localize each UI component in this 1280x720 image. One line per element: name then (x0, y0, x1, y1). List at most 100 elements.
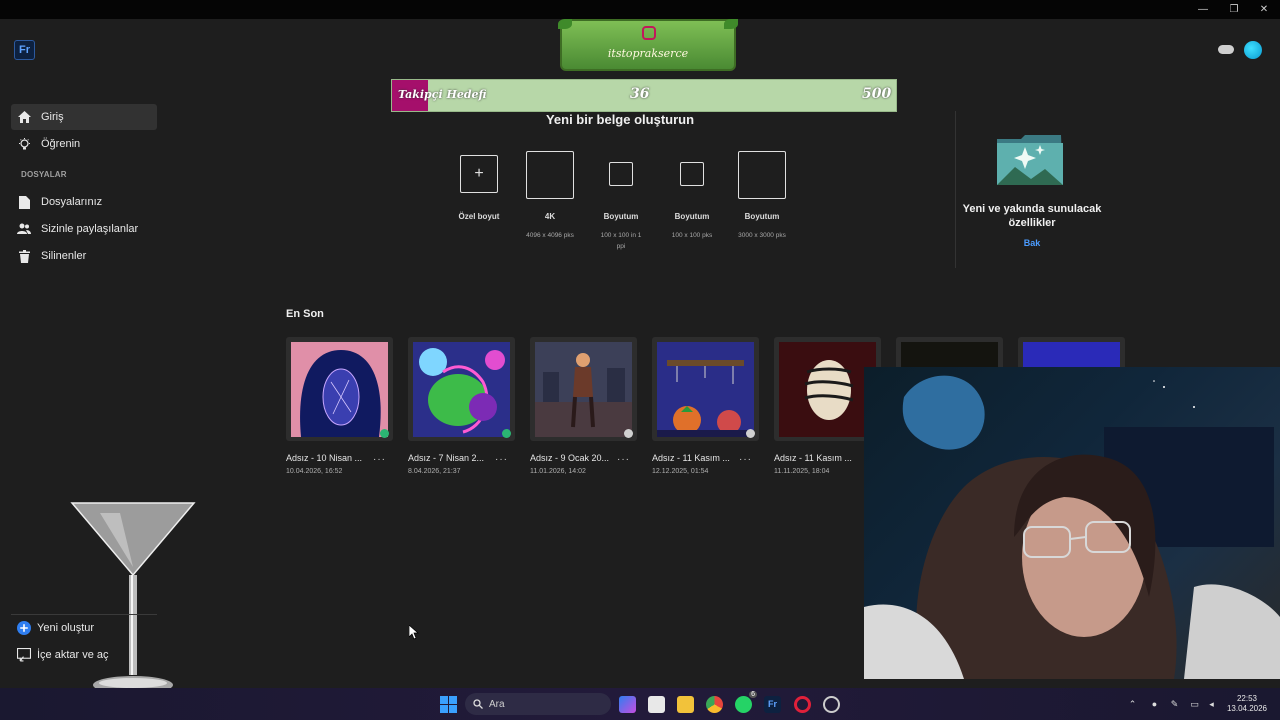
preset-thumbnail (680, 162, 704, 186)
preset-name: Boyutum (744, 212, 780, 221)
file-date: 10.04.2026, 16:52 (286, 468, 343, 475)
file-date: 11.11.2025, 18:04 (774, 468, 830, 475)
artwork-preview (657, 342, 754, 437)
preset-custom-size[interactable]: + Özel boyut (445, 151, 513, 251)
avatar[interactable] (1244, 41, 1262, 59)
file-date: 8.04.2026, 21:37 (408, 468, 461, 475)
sidebar-item-label: Silinenler (41, 250, 87, 262)
chevron-up-icon[interactable]: ⌃ (1127, 699, 1138, 710)
whatsapp-icon[interactable]: 6 (735, 691, 757, 713)
search-label: Ara (489, 698, 505, 710)
new-create-button[interactable]: Yeni oluştur (17, 621, 94, 635)
goal-label: Takipçi Hedefi (398, 88, 487, 101)
file-name: Adsız - 7 Nisan 2... (408, 453, 485, 463)
preset-name: Boyutum (674, 212, 710, 221)
folder-icon[interactable] (677, 696, 694, 713)
instagram-icon (642, 26, 656, 40)
preset-dims: 100 x 100 pks (671, 232, 713, 239)
maximize-button[interactable]: ❐ (1219, 2, 1249, 17)
window-title-bar: — ❐ ✕ (0, 0, 1280, 19)
windows-start-icon[interactable] (440, 696, 457, 713)
whatsapp-badge: 6 (749, 691, 757, 698)
artwork-preview (535, 342, 632, 437)
synced-badge-icon (380, 429, 389, 438)
sidebar-divider (11, 614, 157, 615)
fresco-logo[interactable]: Fr (14, 40, 35, 60)
microphone-icon[interactable]: ● (1149, 699, 1160, 710)
minimize-button[interactable]: — (1188, 2, 1218, 17)
preset-dims: 100 x 100 in 1 ppi (600, 232, 642, 250)
more-options-button[interactable]: ··· (495, 454, 508, 465)
recent-file-thumbnail[interactable] (408, 337, 515, 441)
follower-goal-bar: Takipçi Hedefi 36 500 (391, 79, 897, 112)
new-features-title: Yeni ve yakında sunulacak özellikler (962, 203, 1102, 229)
trash-icon (17, 249, 31, 263)
clock-date: 13.04.2026 (1226, 704, 1268, 713)
cloud-icon[interactable] (1218, 45, 1234, 54)
synced-badge-icon (502, 429, 511, 438)
artwork-preview (291, 342, 388, 437)
sidebar-item-label: Sizinle paylaşılanlar (41, 223, 139, 235)
home-icon (17, 110, 31, 124)
sidebar-item-learn[interactable]: Öğrenin (11, 131, 157, 157)
more-options-button[interactable]: ··· (739, 454, 752, 465)
file-date: 12.12.2025, 01:54 (652, 468, 709, 475)
sidebar-item-label: Dosyalarınız (41, 196, 103, 208)
sidebar-item-shared[interactable]: Sizinle paylaşılanlar (11, 216, 157, 242)
sidebar-item-home[interactable]: Giriş (11, 104, 157, 130)
taskbar-search[interactable]: Ara (465, 693, 611, 715)
clock-time: 22:53 (1236, 694, 1258, 703)
opera-icon[interactable] (794, 696, 811, 713)
file-date: 11.01.2026, 14:02 (530, 468, 586, 475)
more-options-button[interactable]: ··· (373, 454, 386, 465)
artwork-preview (413, 342, 510, 437)
lightbulb-icon (17, 137, 31, 151)
import-open-label: İçe aktar ve aç (37, 649, 109, 661)
mouse-cursor-icon (409, 625, 419, 640)
new-features-illustration (997, 135, 1063, 185)
preset-thumbnail (738, 151, 786, 199)
preset-size-100px[interactable]: Boyutum 100 x 100 pks (660, 151, 724, 251)
preset-dims: 3000 x 3000 pks (738, 232, 786, 239)
chrome-icon[interactable] (706, 696, 723, 713)
preset-size-inch[interactable]: Boyutum 100 x 100 in 1 ppi (592, 151, 650, 261)
volume-icon[interactable]: ◂ (1206, 699, 1217, 710)
store-icon[interactable] (648, 696, 665, 713)
recent-section-title: En Son (286, 308, 324, 320)
recent-file-thumbnail[interactable] (652, 337, 759, 441)
more-options-button[interactable]: ··· (617, 454, 630, 465)
taskbar-clock[interactable]: 22:53 13.04.2026 (1222, 694, 1272, 714)
plus-icon: + (460, 155, 498, 193)
create-document-title: Yeni bir belge oluşturun (545, 112, 695, 127)
file-name: Adsız - 11 Kasım ... (774, 453, 852, 463)
pen-icon[interactable]: ✎ (1169, 699, 1180, 710)
goal-current: 36 (630, 86, 650, 102)
close-button[interactable]: ✕ (1249, 2, 1279, 17)
obs-icon[interactable] (823, 696, 840, 713)
sidebar-item-label: Giriş (41, 111, 64, 123)
recent-file-thumbnail[interactable] (530, 337, 637, 441)
leaf-decoration (558, 19, 572, 29)
file-name: Adsız - 10 Nisan ... (286, 453, 363, 463)
instagram-banner: itstoprakserce (558, 19, 738, 71)
sidebar-item-deleted[interactable]: Silinenler (11, 243, 157, 269)
goal-target: 500 (862, 86, 892, 102)
preset-size-3000px[interactable]: Boyutum 3000 x 3000 pks (728, 151, 796, 251)
preset-name: 4K (544, 212, 556, 221)
preset-name: Boyutum (603, 212, 639, 221)
vertical-divider (955, 111, 956, 268)
copilot-icon[interactable] (619, 696, 636, 713)
sidebar-item-label: Öğrenin (41, 138, 81, 150)
recent-file-thumbnail[interactable] (286, 337, 393, 441)
preset-4k[interactable]: 4K 4096 x 4096 pks (516, 151, 584, 251)
import-open-button[interactable]: İçe aktar ve aç (17, 648, 109, 662)
sidebar-item-your-files[interactable]: Dosyalarınız (11, 189, 157, 215)
preset-thumbnail (526, 151, 574, 199)
file-name: Adsız - 11 Kasım ... (652, 453, 730, 463)
fresco-taskbar-icon[interactable]: Fr (764, 696, 781, 713)
cloud-badge-icon (746, 429, 755, 438)
section-label-files: DOSYALAR (21, 170, 67, 179)
leaf-decoration (724, 19, 738, 29)
network-icon[interactable]: ▭ (1189, 699, 1200, 710)
view-link[interactable]: Bak (960, 238, 1104, 248)
